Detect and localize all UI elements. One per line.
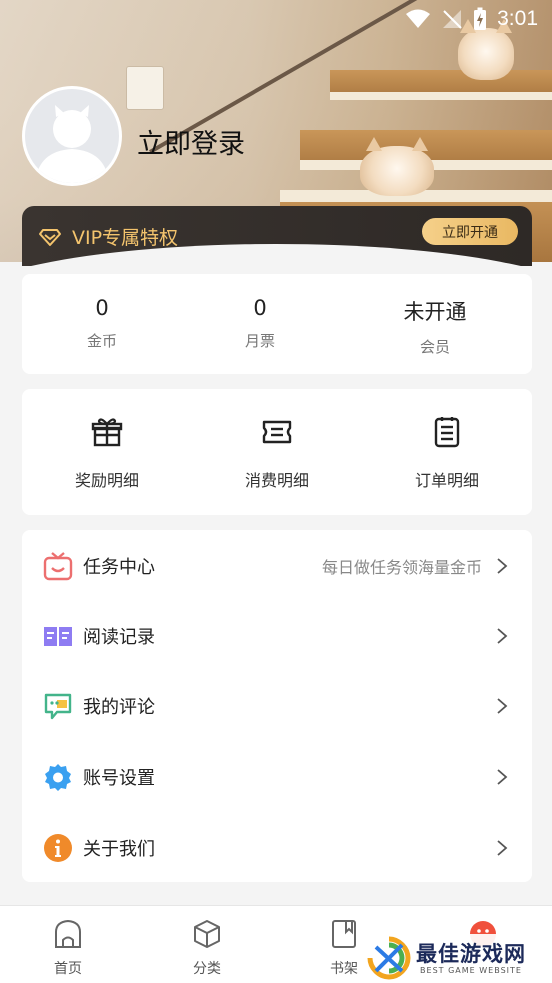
record-label: 消费明细 <box>244 471 309 490</box>
menu-item-reading-history[interactable]: 阅读记录 <box>22 601 532 671</box>
category-cube-icon <box>194 920 220 948</box>
stat-monthly-tickets[interactable]: 0 月票 <box>180 274 340 351</box>
menu-item-my-comments[interactable]: 我的评论 <box>22 671 532 741</box>
record-label: 订单明细 <box>414 471 479 490</box>
menu-item-task-center[interactable]: 任务中心 每日做任务领海量金币 <box>22 531 532 601</box>
wifi-icon <box>406 9 431 28</box>
nav-label: 首页 <box>54 961 82 977</box>
chevron-right-icon <box>497 558 508 574</box>
comment-icon <box>44 693 72 720</box>
menu-label: 阅读记录 <box>83 627 155 648</box>
watermark-logo-icon <box>367 936 411 980</box>
stat-label: 月票 <box>244 332 275 350</box>
nav-label: 分类 <box>193 961 221 977</box>
profile-page: 3:01 立即登录 VIP专属特权 立即开通 0 金币 0 月票 未开通 会员 … <box>0 0 552 983</box>
order-list-icon <box>434 417 460 448</box>
menu-label: 任务中心 <box>83 557 155 578</box>
stat-label: 金币 <box>86 332 117 350</box>
menu-label: 账号设置 <box>83 768 155 789</box>
signal-off-icon <box>443 10 462 29</box>
diamond-icon <box>39 229 61 246</box>
records-card: 奖励明细 消费明细 订单明细 <box>22 389 532 515</box>
watermark-subtitle: BEST GAME WEBSITE <box>420 965 522 975</box>
consumption-details-button[interactable]: 消费明细 <box>192 389 362 491</box>
menu-subtext: 每日做任务领海量金币 <box>321 558 482 577</box>
chevron-right-icon <box>497 628 508 644</box>
avatar[interactable] <box>22 86 122 186</box>
stair-step <box>330 92 552 100</box>
status-time: 3:01 <box>497 7 538 30</box>
menu-label: 我的评论 <box>83 697 155 718</box>
menu-label: 关于我们 <box>83 839 155 860</box>
chevron-right-icon <box>497 840 508 856</box>
info-icon <box>44 834 72 862</box>
stat-value: 未开通 <box>403 300 467 324</box>
ticket-icon <box>262 420 292 444</box>
cat-figure <box>458 19 514 80</box>
status-bar: 3:01 <box>405 6 538 32</box>
nav-tab-category[interactable]: 分类 <box>167 918 247 978</box>
nav-tab-home[interactable]: 首页 <box>28 918 108 978</box>
chevron-right-icon <box>497 769 508 785</box>
menu-item-about-us[interactable]: 关于我们 <box>22 813 532 883</box>
cat-figure <box>360 137 434 196</box>
stat-coins[interactable]: 0 金币 <box>22 274 182 351</box>
reward-details-button[interactable]: 奖励明细 <box>22 389 192 491</box>
vip-open-button[interactable]: 立即开通 <box>422 218 518 245</box>
bookshelf-icon <box>332 920 356 948</box>
vip-label: VIP专属特权 <box>72 226 179 249</box>
stat-value: 0 <box>253 296 267 320</box>
task-box-icon <box>43 552 73 581</box>
battery-charging-icon <box>474 7 487 30</box>
site-watermark: 最佳游戏网 BEST GAME WEBSITE <box>362 934 552 982</box>
login-link[interactable]: 立即登录 <box>137 122 245 161</box>
stats-card: 0 金币 0 月票 未开通 会员 <box>22 274 532 374</box>
gift-icon <box>91 418 123 447</box>
menu-card: 任务中心 每日做任务领海量金币 阅读记录 我的评论 账号设置 关于我们 <box>22 530 532 882</box>
record-label: 奖励明细 <box>74 471 139 490</box>
stat-value: 0 <box>95 296 109 320</box>
watermark-title: 最佳游戏网 <box>416 941 526 966</box>
home-icon <box>55 919 81 948</box>
wall-outlet <box>126 66 164 110</box>
order-details-button[interactable]: 订单明细 <box>362 389 532 491</box>
stat-label: 会员 <box>419 338 450 356</box>
stat-membership[interactable]: 未开通 会员 <box>355 274 515 357</box>
gear-icon <box>45 764 71 791</box>
book-open-icon <box>44 627 72 646</box>
chevron-right-icon <box>497 698 508 714</box>
menu-item-account-settings[interactable]: 账号设置 <box>22 742 532 812</box>
